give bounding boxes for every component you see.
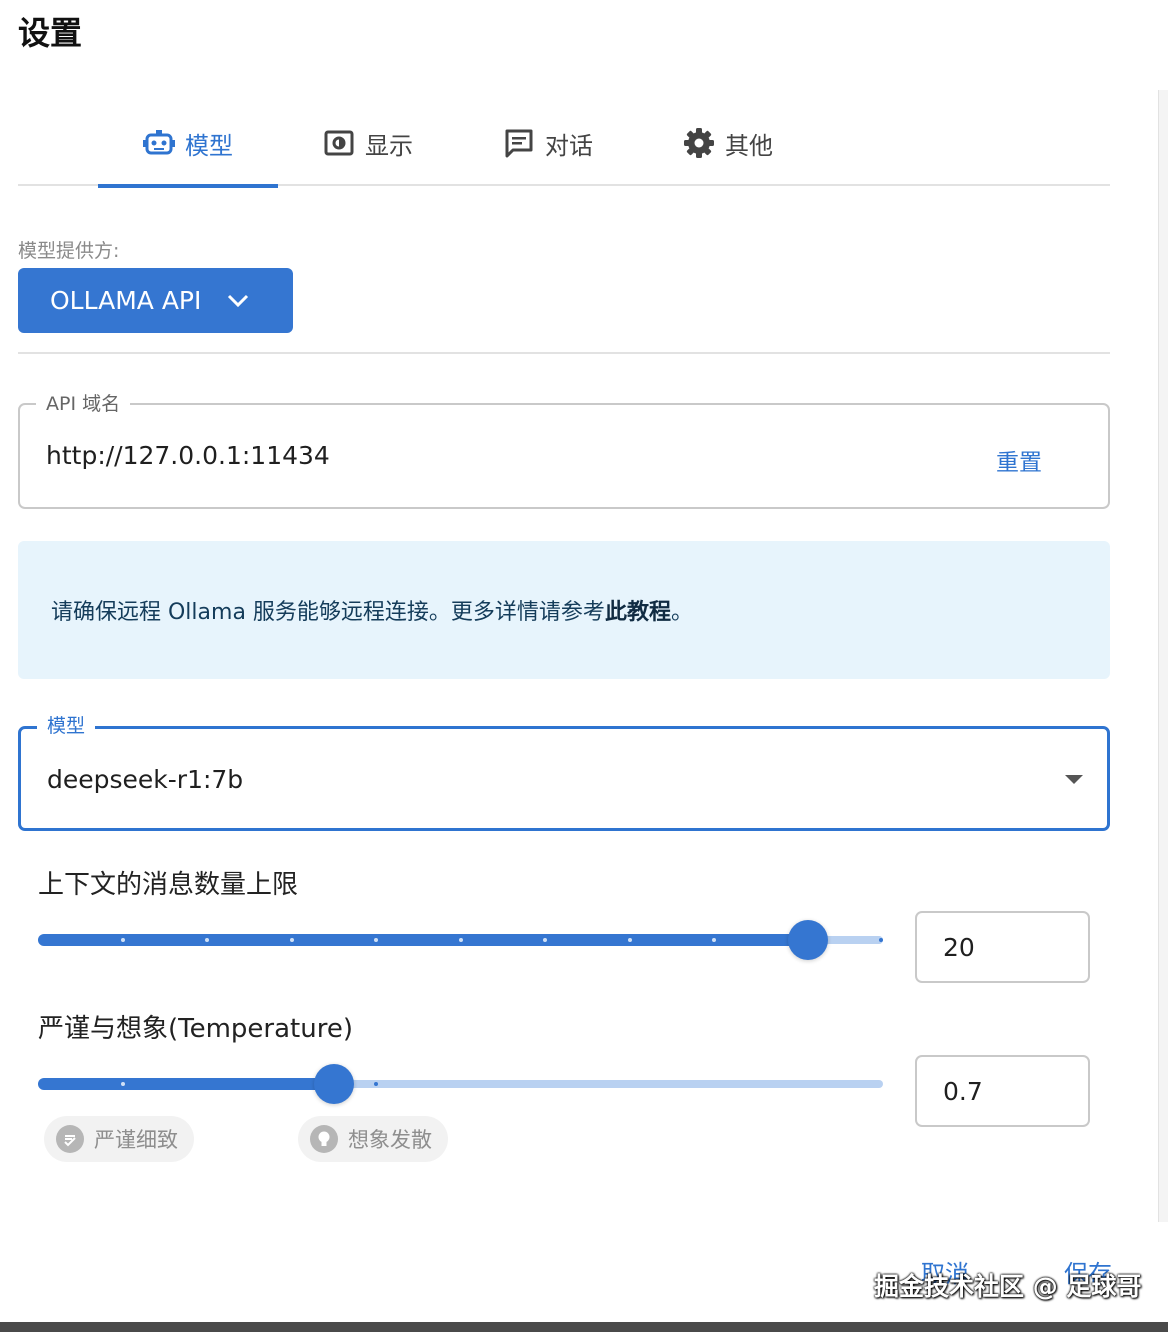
api-host-field[interactable]: API 域名 http://127.0.0.1:11434 重置 — [18, 389, 1110, 509]
slider-mark — [712, 938, 716, 942]
tab-other[interactable]: 其他 — [638, 100, 818, 186]
cancel-button[interactable]: 取消 — [921, 1254, 969, 1289]
chip-label: 想象发散 — [348, 1128, 432, 1152]
tab-label: 其他 — [725, 131, 773, 160]
tab-display[interactable]: 显示 — [278, 100, 458, 186]
reset-button[interactable]: 重置 — [996, 443, 1042, 477]
info-text: 请确保远程 Ollama 服务能够远程连接。更多详情请参考 — [51, 600, 605, 625]
tab-label: 对话 — [545, 131, 593, 160]
slider-mark — [374, 1082, 378, 1086]
tab-bar: 模型 显示 对话 其他 — [18, 100, 1110, 188]
model-select-value: deepseek-r1:7b — [47, 765, 244, 794]
slider-track — [38, 934, 808, 946]
dialog-title: 设置 — [18, 14, 83, 52]
temperature-slider[interactable] — [38, 1064, 883, 1104]
slider-mark — [879, 938, 883, 942]
api-host-input[interactable]: http://127.0.0.1:11434 — [46, 441, 330, 470]
slider-mark — [459, 938, 463, 942]
slider-thumb[interactable] — [788, 920, 828, 960]
gear-icon — [684, 128, 714, 158]
info-alert: 请确保远程 Ollama 服务能够远程连接。更多详情请参考 此教程。 — [18, 541, 1110, 679]
context-limit-input[interactable]: 20 — [915, 911, 1090, 983]
tab-model[interactable]: 模型 — [98, 100, 278, 188]
slider-mark — [205, 938, 209, 942]
temperature-input[interactable]: 0.7 — [915, 1055, 1090, 1127]
precise-icon — [56, 1125, 84, 1153]
scrollbar[interactable] — [1158, 90, 1168, 1222]
chat-icon — [505, 129, 533, 158]
chevron-down-icon — [228, 294, 249, 307]
slider-track — [38, 1078, 334, 1090]
caret-down-icon — [1065, 775, 1083, 784]
window-bottom-edge — [0, 1322, 1168, 1332]
temperature-title: 严谨与想象(Temperature) — [38, 1014, 353, 1044]
provider-label: 模型提供方: — [18, 240, 120, 262]
api-host-label: API 域名 — [36, 389, 131, 416]
tab-chat[interactable]: 对话 — [458, 100, 638, 186]
slider-mark — [543, 938, 547, 942]
slider-mark — [374, 938, 378, 942]
model-select[interactable]: 模型 deepseek-r1:7b — [18, 711, 1110, 831]
chip-label: 严谨细致 — [94, 1128, 178, 1152]
slider-thumb[interactable] — [314, 1064, 354, 1104]
model-select-label: 模型 — [37, 711, 96, 738]
display-icon — [324, 130, 354, 156]
creative-chip[interactable]: 想象发散 — [298, 1116, 448, 1162]
tab-label: 显示 — [365, 131, 413, 160]
divider — [18, 352, 1110, 354]
info-suffix: 。 — [670, 600, 693, 625]
provider-value: OLLAMA API — [50, 286, 202, 315]
save-button[interactable]: 保存 — [1064, 1254, 1112, 1289]
lightbulb-icon — [310, 1125, 338, 1153]
slider-mark — [290, 938, 294, 942]
provider-select-button[interactable]: OLLAMA API — [18, 268, 293, 333]
context-limit-slider[interactable] — [38, 920, 883, 960]
tutorial-link[interactable]: 此教程 — [605, 594, 671, 626]
slider-mark — [628, 938, 632, 942]
slider-mark — [121, 938, 125, 942]
slider-mark — [121, 1082, 125, 1086]
precise-chip[interactable]: 严谨细致 — [44, 1116, 194, 1162]
context-limit-title: 上下文的消息数量上限 — [38, 870, 299, 900]
robot-icon — [143, 130, 175, 155]
tab-label: 模型 — [185, 131, 233, 160]
